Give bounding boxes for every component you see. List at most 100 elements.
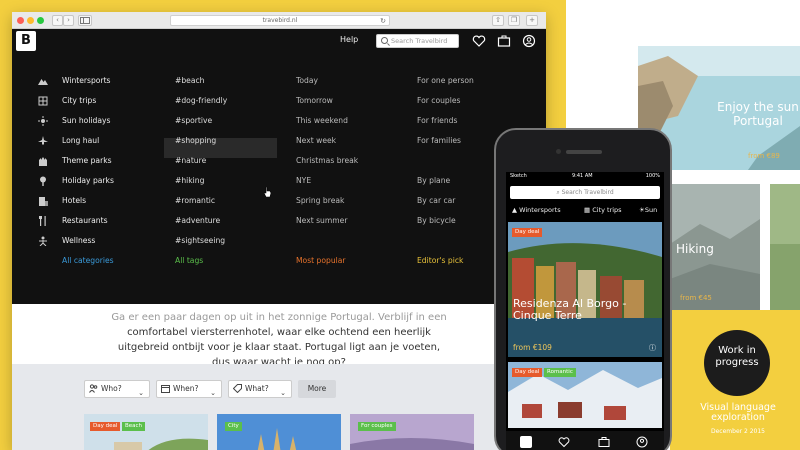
back-button[interactable]: ‹ bbox=[52, 15, 63, 26]
info-icon[interactable]: ⓘ bbox=[649, 343, 656, 353]
nature-card[interactable] bbox=[770, 184, 800, 310]
phone-deal-price: from €109 bbox=[513, 343, 552, 352]
suitcase-icon[interactable] bbox=[598, 436, 610, 448]
deal-card[interactable]: Day deal Beach bbox=[84, 414, 208, 450]
hiking-card[interactable]: Hiking from €45 bbox=[670, 184, 760, 310]
work-in-progress-badge: Work in progress bbox=[704, 330, 770, 396]
suitcase-icon[interactable] bbox=[497, 34, 511, 48]
more-button[interactable]: More bbox=[298, 380, 336, 398]
tag-shopping[interactable]: #shopping bbox=[175, 131, 216, 151]
menu-item-city-trips[interactable]: City trips bbox=[38, 91, 96, 111]
deal-card[interactable]: City bbox=[217, 414, 341, 450]
menu-item-label: Holiday parks bbox=[62, 176, 114, 185]
chevron-down-icon: ⌄ bbox=[210, 389, 216, 397]
what-filter-dropdown[interactable]: What? ⌄ bbox=[228, 380, 292, 398]
menu-item-sun-holidays[interactable]: Sun holidays bbox=[38, 111, 110, 131]
tag-adventure[interactable]: #adventure bbox=[175, 211, 220, 231]
menu-item-theme-parks[interactable]: Theme parks bbox=[39, 151, 112, 171]
browser-toolbar: ‹ › travebird.nl ↻ ⇧ ❐ + bbox=[12, 12, 546, 29]
phone-cat-wintersports[interactable]: ▲ Wintersports bbox=[512, 206, 561, 214]
menu-item-label: Long haul bbox=[62, 136, 100, 145]
badge: Day deal bbox=[512, 228, 543, 237]
menu-item-restaurants[interactable]: Restaurants bbox=[39, 211, 108, 231]
tree-icon bbox=[40, 176, 46, 186]
tabs-icon[interactable]: ❐ bbox=[508, 15, 520, 26]
who-couples[interactable]: For couples bbox=[417, 91, 460, 111]
who-one-person[interactable]: For one person bbox=[417, 71, 474, 91]
editors-pick-link[interactable]: Editor's pick bbox=[417, 251, 463, 271]
forward-button[interactable]: › bbox=[63, 15, 74, 26]
all-categories-link[interactable]: All categories bbox=[62, 251, 114, 271]
phone-deal-title: Residenza Al Borgo - Cinque Terre bbox=[513, 297, 627, 322]
travelbird-logo[interactable]: B bbox=[16, 31, 36, 51]
reload-icon[interactable]: ↻ bbox=[380, 16, 386, 26]
who-friends[interactable]: For friends bbox=[417, 111, 457, 131]
mountain-icon bbox=[38, 79, 48, 85]
phone-cat-label: City trips bbox=[592, 206, 622, 214]
address-bar[interactable]: travebird.nl ↻ bbox=[170, 15, 390, 26]
sidebar-toggle-icon[interactable] bbox=[78, 15, 92, 26]
when-next-summer[interactable]: Next summer bbox=[296, 211, 347, 231]
when-nye[interactable]: NYE bbox=[296, 171, 311, 191]
when-next-week[interactable]: Next week bbox=[296, 131, 336, 151]
when-this-weekend[interactable]: This weekend bbox=[296, 111, 348, 131]
phone-deal-card[interactable]: Day deal Romantic bbox=[508, 362, 662, 428]
heart-icon[interactable] bbox=[558, 436, 570, 448]
filter-bar: Who? ⌄ When? ⌄ What? ⌄ More Day deal Bea… bbox=[12, 364, 546, 450]
when-christmas-break[interactable]: Christmas break bbox=[296, 151, 358, 171]
search-input[interactable]: Search Travelbird bbox=[376, 34, 459, 48]
minimize-window-button[interactable] bbox=[27, 17, 34, 24]
castle-icon bbox=[39, 157, 47, 166]
phone-deal-card[interactable]: Day deal Residenza Al Borgo - Cinque Ter… bbox=[508, 222, 662, 357]
close-window-button[interactable] bbox=[17, 17, 24, 24]
tag-beach[interactable]: #beach bbox=[175, 71, 205, 91]
menu-item-wellness[interactable]: Wellness bbox=[39, 231, 95, 251]
who-families[interactable]: For families bbox=[417, 131, 461, 151]
caption-date: December 2 2015 bbox=[710, 428, 765, 435]
menu-item-long-haul[interactable]: Long haul bbox=[38, 131, 100, 151]
how-by-car[interactable]: By car car bbox=[417, 191, 455, 211]
search-placeholder: Search Travelbird bbox=[391, 37, 448, 45]
nature-image bbox=[770, 184, 800, 310]
menu-item-hotels[interactable]: Hotels bbox=[39, 191, 86, 211]
zoom-window-button[interactable] bbox=[37, 17, 44, 24]
phone-cat-sun[interactable]: ☀Sun bbox=[639, 206, 657, 214]
tab-home-logo[interactable] bbox=[520, 436, 532, 448]
tag-dog-friendly[interactable]: #dog-friendly bbox=[175, 91, 227, 111]
phone-cat-city-trips[interactable]: ▦ City trips bbox=[584, 206, 622, 214]
new-tab-icon[interactable]: + bbox=[526, 15, 538, 26]
city-icon: ▦ bbox=[584, 206, 593, 214]
phone-search-input[interactable]: ⌕ Search Travelbird bbox=[510, 186, 660, 199]
phone-screen: Sketch 9:41 AM 100% ⌕ Search Travelbird … bbox=[506, 172, 664, 450]
tag-sightseeing[interactable]: #sightseeing bbox=[175, 231, 225, 251]
tag-hiking[interactable]: #hiking bbox=[175, 171, 204, 191]
when-tomorrow[interactable]: Tomorrow bbox=[296, 91, 333, 111]
phone-cat-label: Wintersports bbox=[519, 206, 561, 214]
how-by-bicycle[interactable]: By bicycle bbox=[417, 211, 456, 231]
most-popular-link[interactable]: Most popular bbox=[296, 251, 346, 271]
share-icon[interactable]: ⇧ bbox=[492, 15, 504, 26]
people-icon bbox=[89, 384, 98, 393]
when-filter-dropdown[interactable]: When? ⌄ bbox=[156, 380, 222, 398]
menu-item-wintersports[interactable]: Wintersports bbox=[38, 71, 111, 91]
who-filter-dropdown[interactable]: Who? ⌄ bbox=[84, 380, 150, 398]
tag-sportive[interactable]: #sportive bbox=[175, 111, 212, 131]
how-by-plane[interactable]: By plane bbox=[417, 171, 450, 191]
when-today[interactable]: Today bbox=[296, 71, 318, 91]
deal-image bbox=[350, 414, 474, 450]
deal-card[interactable]: For couples bbox=[350, 414, 474, 450]
description-line: comfortabel viersterrenhotel, waar elke … bbox=[127, 327, 431, 338]
help-link[interactable]: Help bbox=[340, 35, 358, 44]
description-text: Ga er een paar dagen op uit in het zonni… bbox=[12, 304, 546, 364]
user-icon[interactable] bbox=[522, 34, 536, 48]
phone-tab-bar bbox=[506, 431, 664, 450]
heart-icon[interactable] bbox=[472, 34, 486, 48]
menu-item-holiday-parks[interactable]: Holiday parks bbox=[40, 171, 114, 191]
tag-romantic[interactable]: #romantic bbox=[175, 191, 215, 211]
iphone-mockup: Sketch 9:41 AM 100% ⌕ Search Travelbird … bbox=[494, 128, 672, 450]
all-tags-link[interactable]: All tags bbox=[175, 251, 203, 271]
tag-nature[interactable]: #nature bbox=[175, 151, 206, 171]
user-icon[interactable] bbox=[636, 436, 648, 448]
when-spring-break[interactable]: Spring break bbox=[296, 191, 344, 211]
tag-icon bbox=[233, 384, 242, 393]
